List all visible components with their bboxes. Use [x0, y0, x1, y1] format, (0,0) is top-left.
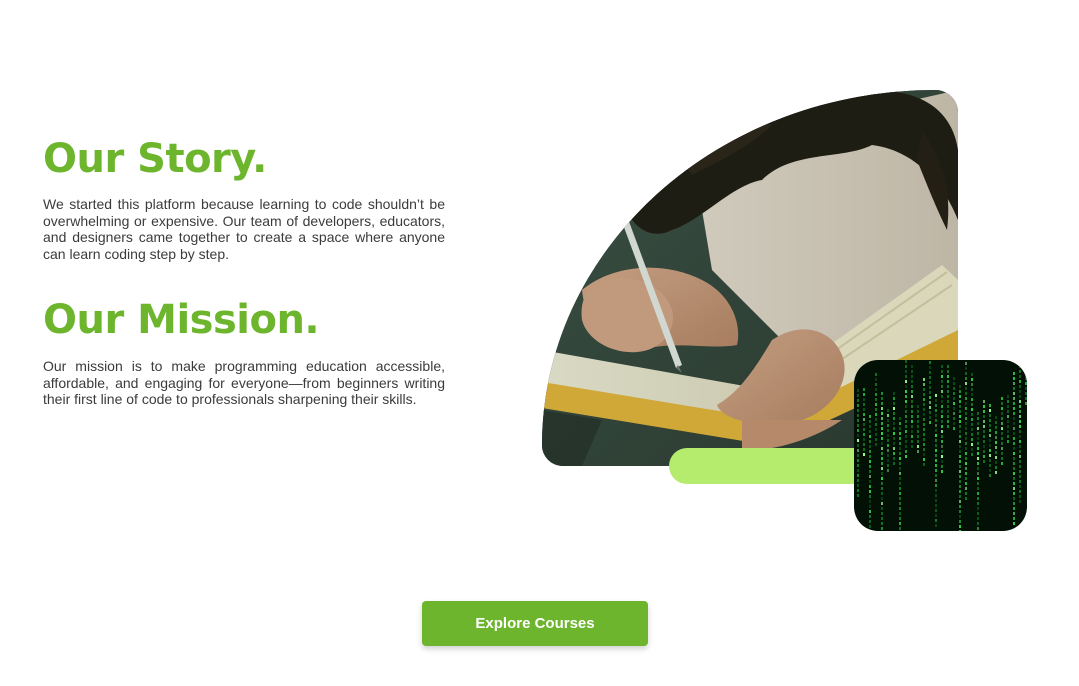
mission-title: Our Mission. [43, 297, 320, 343]
story-text: We started this platform because learnin… [43, 196, 445, 262]
explore-courses-button[interactable]: Explore Courses [422, 601, 648, 646]
code-rain-image [854, 360, 1027, 531]
story-title: Our Story. [43, 136, 267, 182]
about-section: Our Story. We started this platform beca… [0, 0, 1079, 686]
mission-text: Our mission is to make programming educa… [43, 358, 445, 408]
